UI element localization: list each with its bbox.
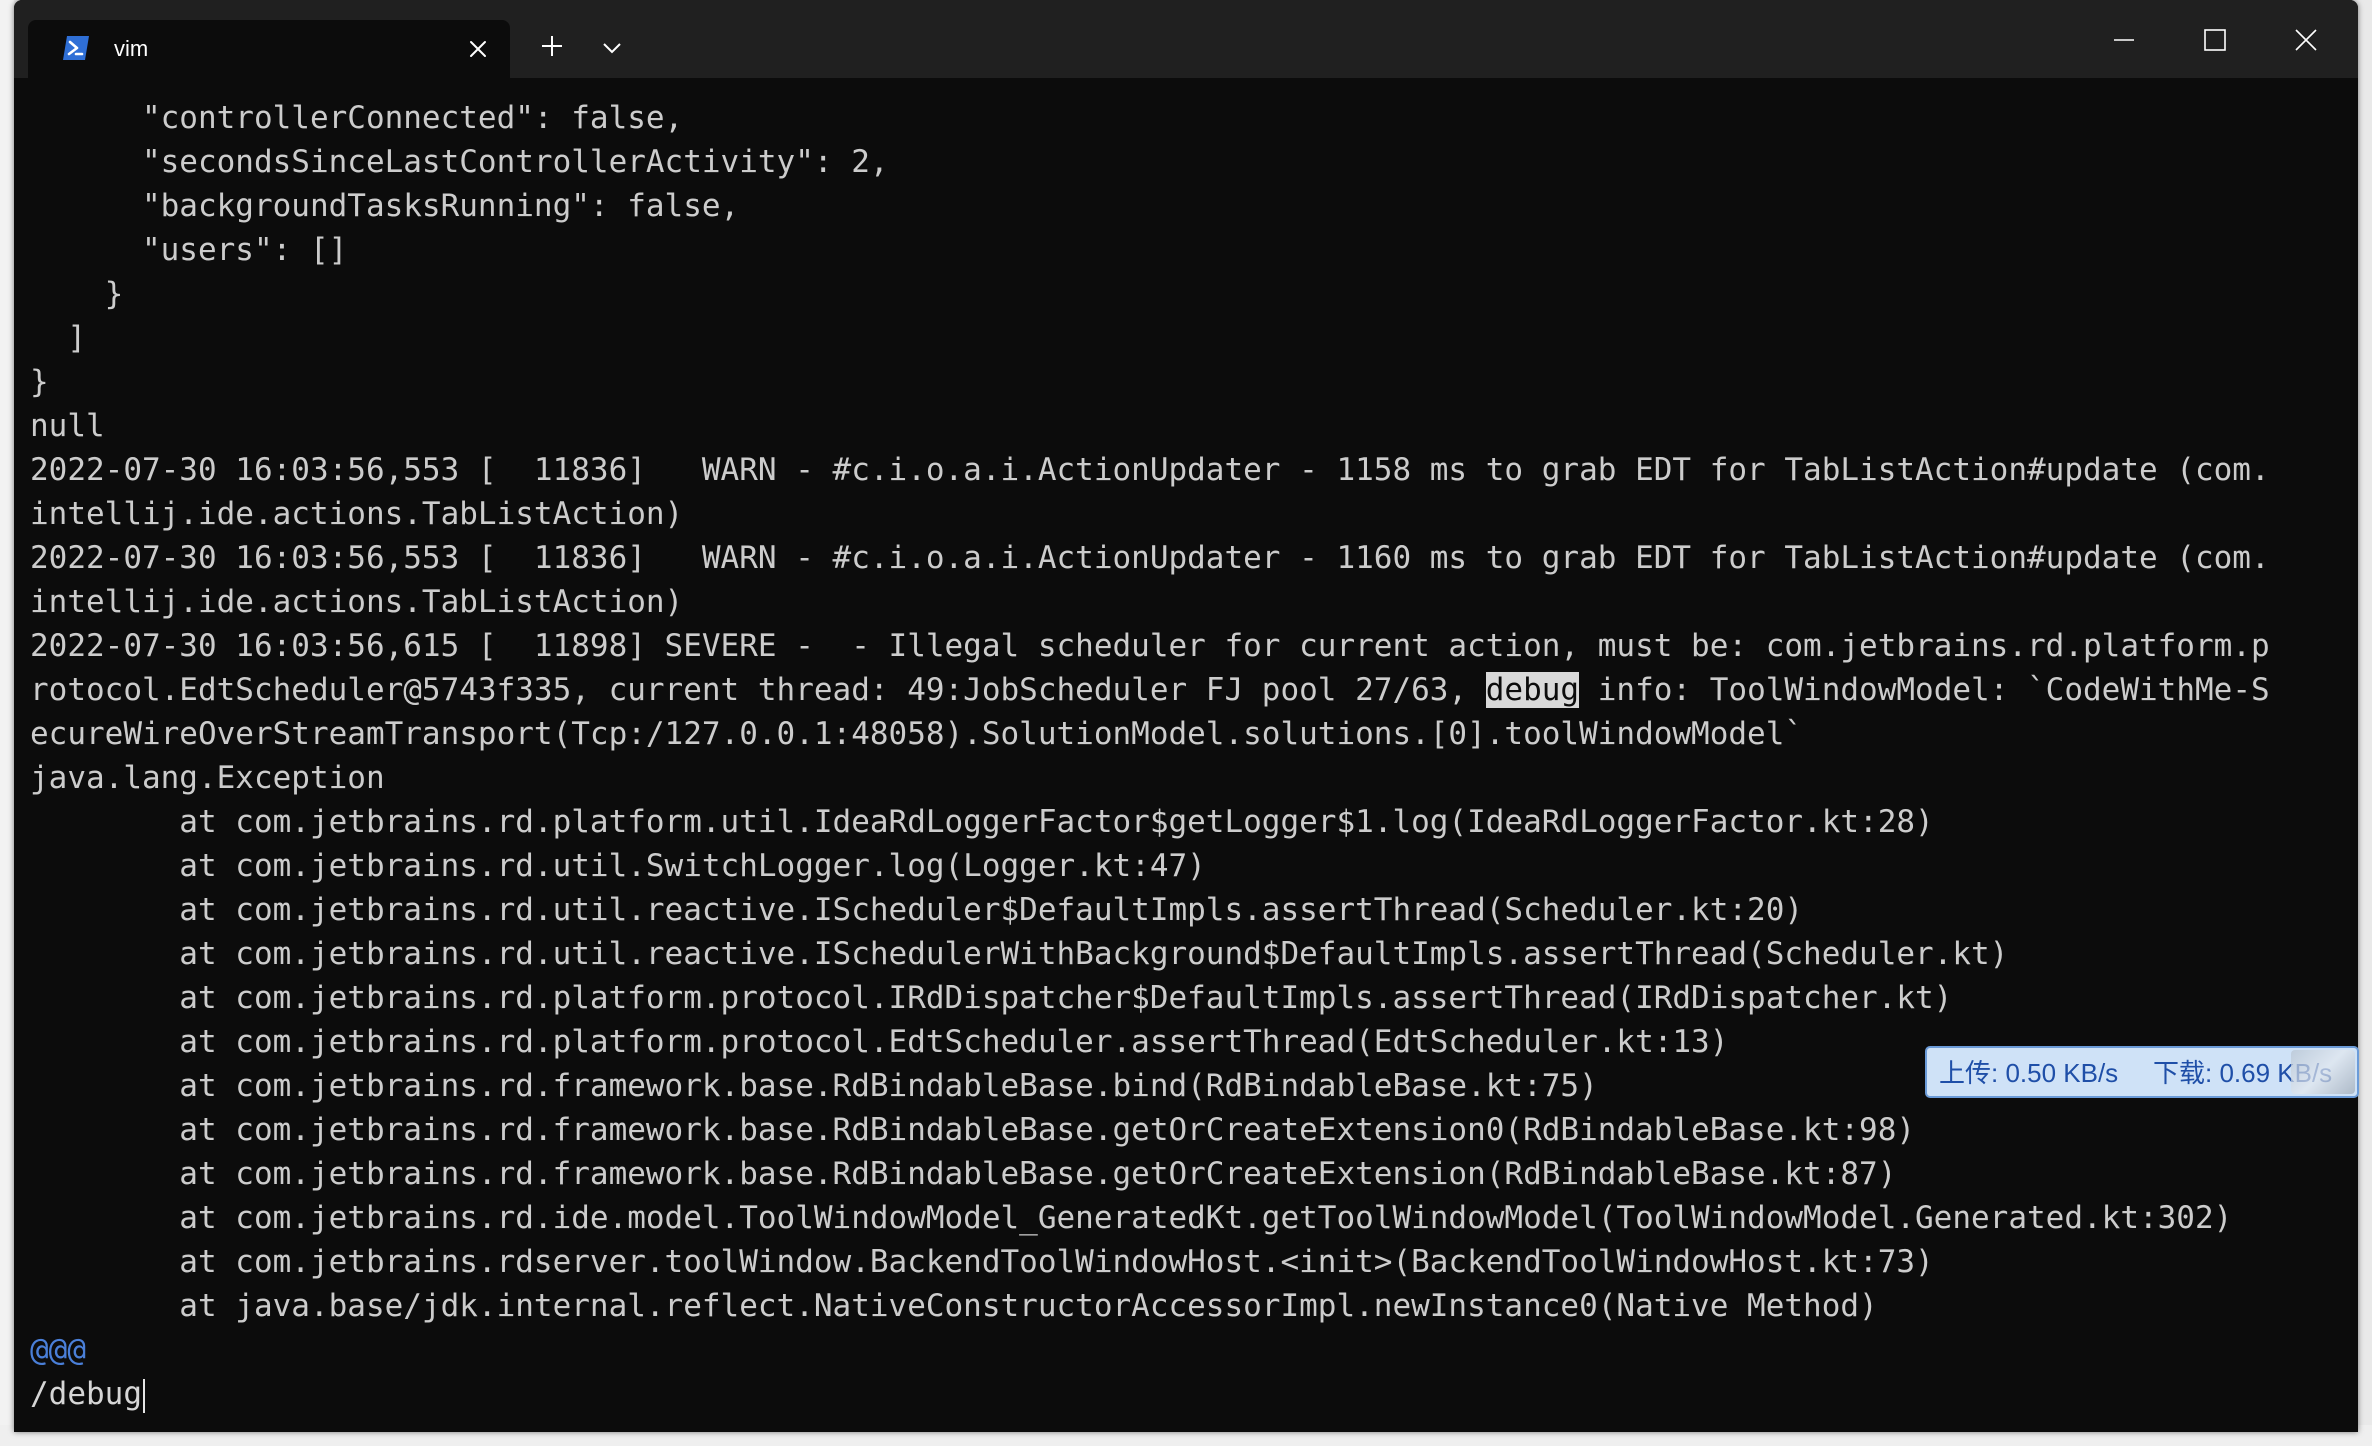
stack-trace-line: at com.jetbrains.rd.framework.base.RdBin… [30, 1156, 1897, 1192]
stack-trace-line: at com.jetbrains.rd.ide.model.ToolWindow… [30, 1200, 2233, 1236]
stack-trace-line: at java.base/jdk.internal.reflect.Native… [30, 1288, 1878, 1324]
terminal-line-search-match: rotocol.EdtScheduler@5743f335, current t… [30, 668, 2270, 712]
terminal-line: ecureWireOverStreamTransport(Tcp:/127.0.… [30, 716, 1804, 752]
tab-title: vim [114, 36, 149, 61]
terminal-line: "backgroundTasksRunning": false, [30, 188, 740, 224]
terminal-window: vim "controllerConnected": false, "secon… [14, 0, 2358, 1432]
powershell-icon [63, 36, 89, 60]
terminal-line: "controllerConnected": false, [30, 100, 684, 136]
terminal-line: } [30, 276, 124, 312]
terminal-line: "users": [] [30, 232, 348, 268]
minimize-icon[interactable] [2104, 20, 2144, 60]
terminal-line: 2022-07-30 16:03:56,553 [ 11836] WARN - … [30, 540, 2270, 576]
stack-trace-line: at com.jetbrains.rd.util.SwitchLogger.lo… [30, 848, 1206, 884]
stack-trace-line: at com.jetbrains.rdserver.toolWindow.Bac… [30, 1244, 1934, 1280]
terminal-line: intellij.ide.actions.TabListAction) [30, 584, 684, 620]
tab-vim[interactable]: vim [28, 20, 510, 78]
terminal-line: intellij.ide.actions.TabListAction) [30, 496, 684, 532]
terminal-line: null [30, 408, 105, 444]
upload-speed: 上传: 0.50 KB/s [1939, 1058, 2119, 1088]
stack-trace-line: at com.jetbrains.rd.framework.base.RdBin… [30, 1112, 1916, 1148]
terminal-line: 2022-07-30 16:03:56,615 [ 11898] SEVERE … [30, 628, 2270, 664]
plus-icon[interactable] [538, 32, 566, 60]
vim-truncation-marker: @@@ [30, 1332, 86, 1368]
stack-trace-line: at com.jetbrains.rd.platform.protocol.IR… [30, 980, 1953, 1016]
network-speed-widget[interactable]: 上传: 0.50 KB/s 下载: 0.69 KB/s [1925, 1046, 2359, 1098]
terminal-output[interactable]: "controllerConnected": false, "secondsSi… [14, 78, 2358, 1432]
text-cursor [142, 1378, 145, 1413]
stack-trace-line: at com.jetbrains.rd.platform.util.IdeaRd… [30, 804, 1934, 840]
close-tab-icon[interactable] [464, 35, 492, 63]
match-suffix: info: ToolWindowModel: `CodeWithMe-S [1579, 672, 2270, 708]
terminal-line: 2022-07-30 16:03:56,553 [ 11836] WARN - … [30, 452, 2270, 488]
vim-command-line[interactable]: /debug [30, 1372, 145, 1416]
widget-decoration-image [2291, 1050, 2355, 1094]
stack-trace-line: at com.jetbrains.rd.util.reactive.ISched… [30, 892, 1804, 928]
search-command[interactable]: /debug [30, 1376, 142, 1412]
maximize-icon[interactable] [2195, 20, 2235, 60]
stack-trace-line: at com.jetbrains.rd.framework.base.RdBin… [30, 1068, 1598, 1104]
title-bar[interactable]: vim [14, 0, 2358, 78]
terminal-line: java.lang.Exception [30, 760, 385, 796]
match-prefix: rotocol.EdtScheduler@5743f335, current t… [30, 672, 1486, 708]
terminal-line: ] [30, 320, 86, 356]
stack-trace-line: at com.jetbrains.rd.platform.protocol.Ed… [30, 1024, 1729, 1060]
chevron-down-icon[interactable] [598, 34, 626, 62]
terminal-line: "secondsSinceLastControllerActivity": 2, [30, 144, 889, 180]
desktop-left-edge [0, 0, 14, 1446]
close-icon[interactable] [2286, 20, 2326, 60]
terminal-line: } [30, 364, 49, 400]
search-highlight: debug [1485, 672, 1580, 708]
stack-trace-line: at com.jetbrains.rd.util.reactive.ISched… [30, 936, 2009, 972]
